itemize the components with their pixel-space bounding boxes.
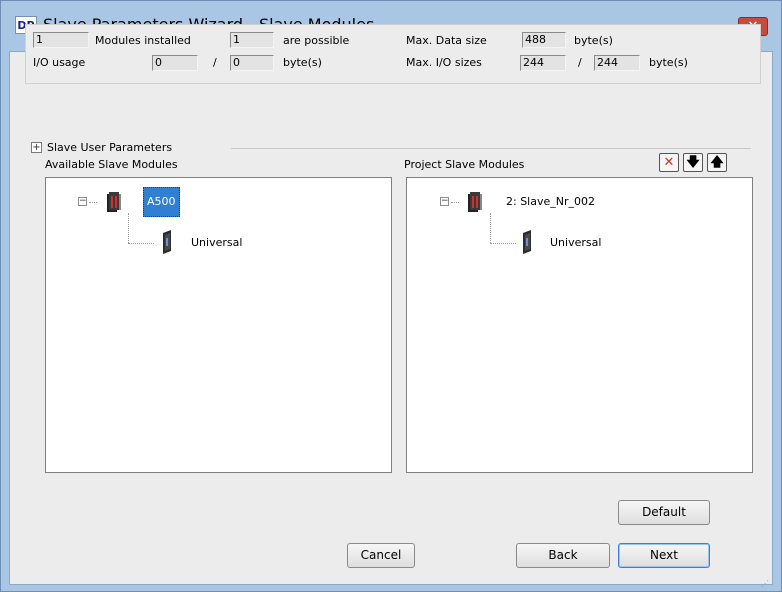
- move-down-button[interactable]: 🡇: [683, 153, 703, 172]
- tree-connector: [451, 202, 459, 203]
- max-io-out-field: 244: [594, 55, 640, 71]
- resize-grip-icon[interactable]: ⋰: [761, 579, 769, 588]
- collapse-available-root-icon[interactable]: −: [78, 197, 87, 206]
- project-modules-tree[interactable]: [406, 177, 753, 473]
- max-data-size-unit: byte(s): [574, 34, 613, 47]
- max-data-size-label: Max. Data size: [406, 34, 487, 47]
- io-usage-separator: /: [213, 56, 217, 69]
- possible-field: 1: [230, 32, 274, 48]
- divider: [231, 148, 751, 149]
- available-root-node[interactable]: A500: [143, 187, 180, 217]
- back-button[interactable]: Back: [516, 543, 610, 568]
- delete-module-button[interactable]: ✕: [659, 153, 679, 172]
- io-usage-label: I/O usage: [33, 56, 86, 69]
- max-io-unit: byte(s): [649, 56, 688, 69]
- cancel-button[interactable]: Cancel: [347, 543, 415, 568]
- next-button[interactable]: Next: [618, 543, 710, 568]
- module-icon: [523, 230, 531, 254]
- available-modules-tree[interactable]: [45, 177, 392, 473]
- slave-user-parameters-label[interactable]: Slave User Parameters: [47, 141, 172, 154]
- possible-label: are possible: [283, 34, 350, 47]
- default-button[interactable]: Default: [618, 500, 710, 525]
- modules-installed-label: Modules installed: [95, 34, 191, 47]
- slave-user-parameters-expander[interactable]: +: [31, 142, 42, 153]
- wizard-window: DP Slave Parameters Wizard - Slave Modul…: [0, 0, 782, 592]
- device-icon: [468, 192, 482, 212]
- max-io-in-field: 244: [520, 55, 566, 71]
- available-modules-header: Available Slave Modules: [45, 158, 178, 171]
- io-usage-out-field: 0: [230, 55, 274, 71]
- module-icon: [163, 230, 171, 254]
- project-modules-header: Project Slave Modules: [404, 158, 525, 171]
- max-io-separator: /: [578, 56, 582, 69]
- project-child-node[interactable]: Universal: [550, 236, 601, 249]
- project-root-node[interactable]: 2: Slave_Nr_002: [506, 195, 595, 208]
- device-icon: [107, 192, 121, 212]
- tree-connector: [490, 243, 516, 244]
- tree-connector: [490, 213, 491, 243]
- io-usage-in-field: 0: [152, 55, 198, 71]
- tree-connector: [128, 213, 129, 243]
- move-up-button[interactable]: 🡅: [707, 153, 727, 172]
- info-panel: [25, 24, 761, 84]
- tree-connector: [89, 202, 97, 203]
- available-child-node[interactable]: Universal: [191, 236, 242, 249]
- tree-connector: [128, 243, 154, 244]
- max-data-size-field: 488: [522, 32, 566, 48]
- modules-installed-field: 1: [33, 32, 89, 48]
- max-io-sizes-label: Max. I/O sizes: [406, 56, 482, 69]
- io-usage-unit: byte(s): [283, 56, 322, 69]
- collapse-project-root-icon[interactable]: −: [440, 197, 449, 206]
